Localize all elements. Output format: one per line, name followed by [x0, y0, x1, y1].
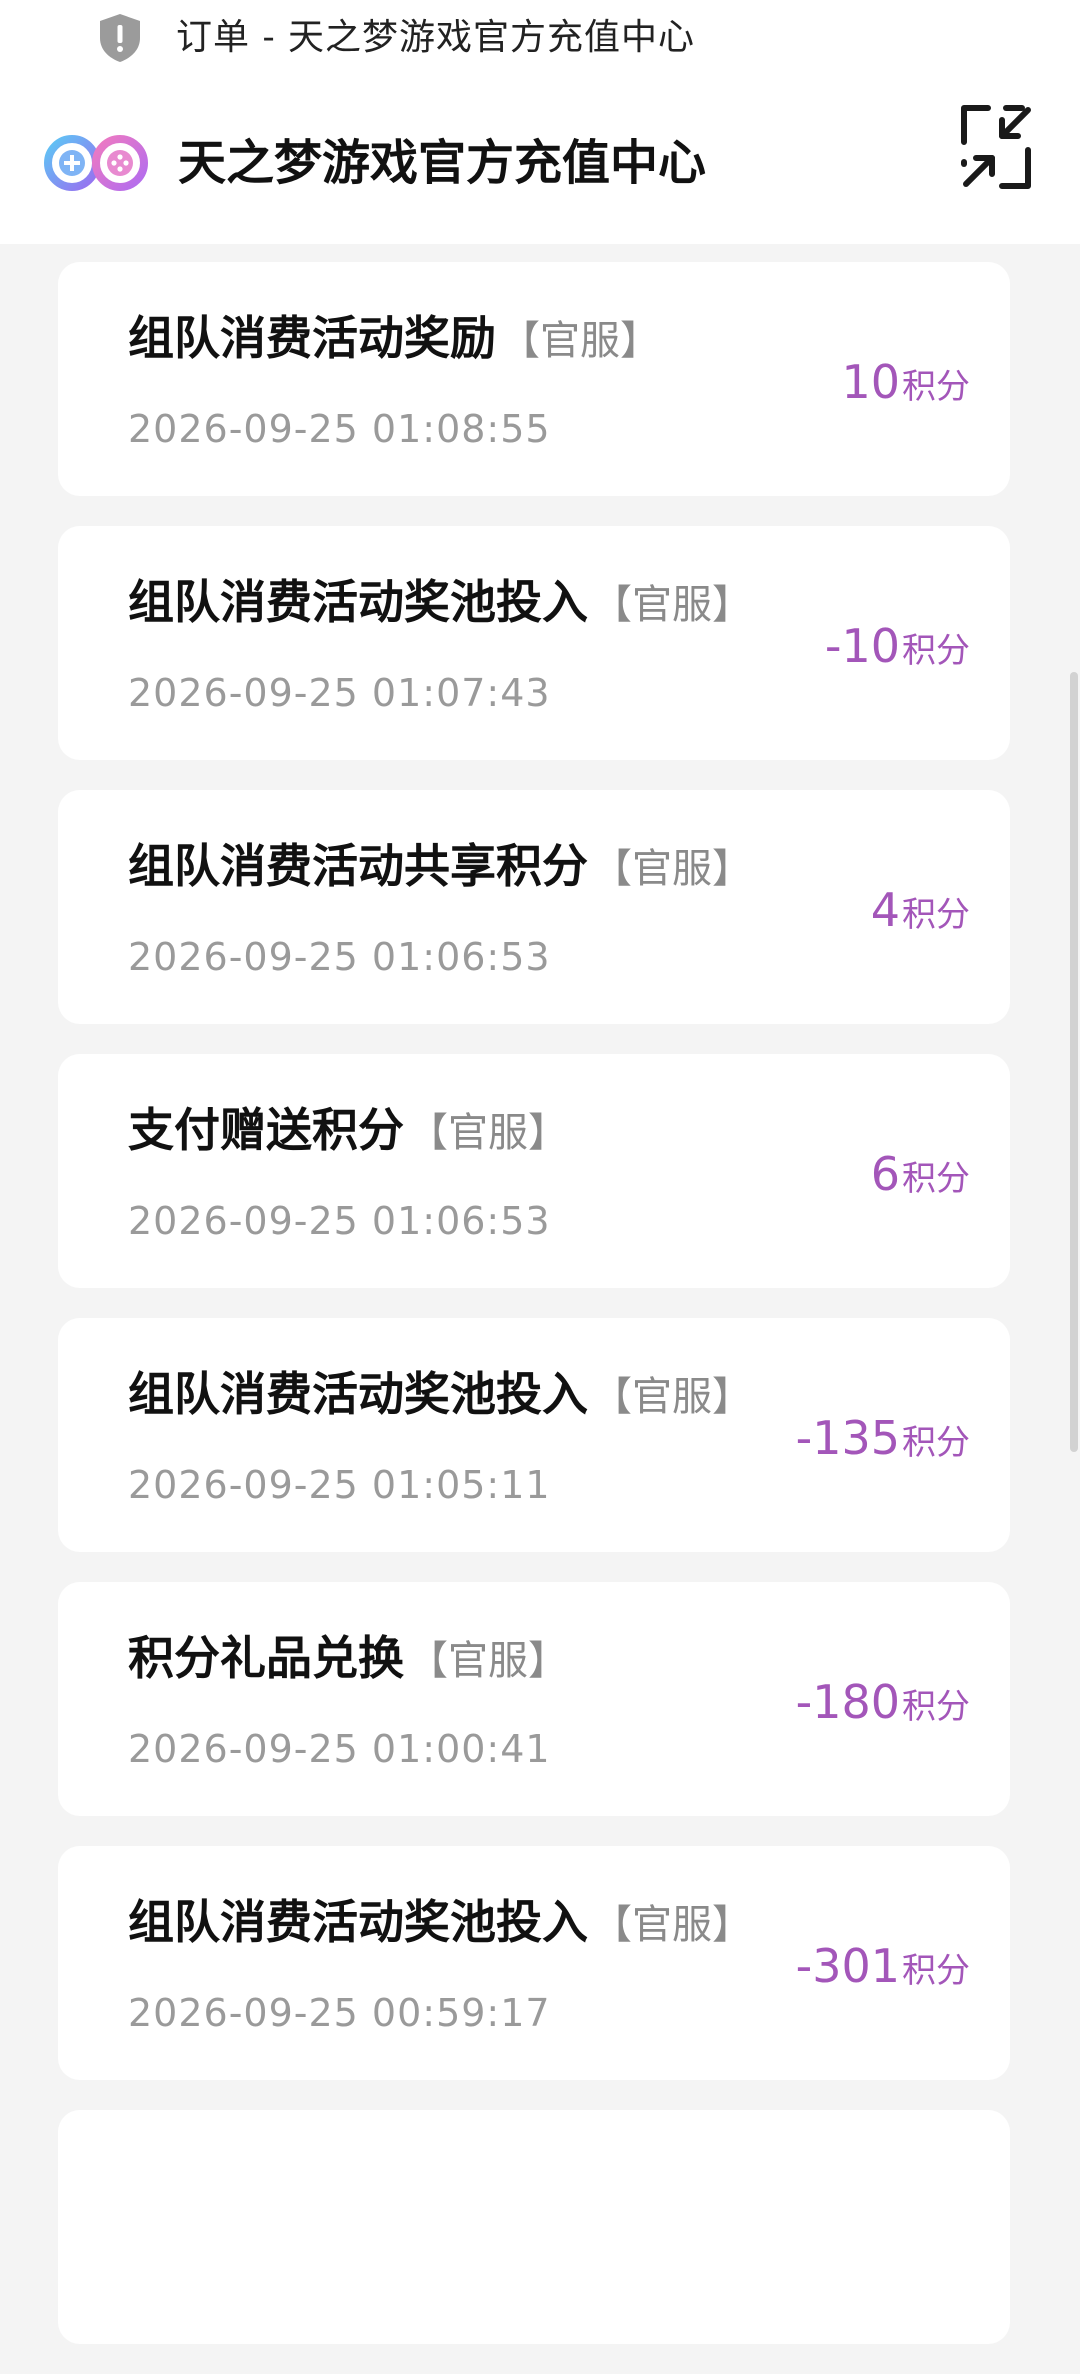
shield-icon	[100, 14, 140, 62]
amount-value: -301	[795, 1939, 900, 1993]
order-name: 支付赠送积分	[128, 1103, 404, 1157]
order-amount: -10积分	[825, 616, 970, 676]
browser-bar: 订单 - 天之梦游戏官方充值中心	[0, 0, 1080, 76]
order-card[interactable]: 组队消费活动奖池投入 【官服】 2026-09-25 01:05:11 -135积…	[58, 1318, 1010, 1552]
order-card[interactable]: 组队消费活动共享积分 【官服】 2026-09-25 01:06:53 4积分	[58, 790, 1010, 1024]
server-tag: 【官服】	[408, 1638, 568, 1684]
order-card[interactable]: 组队消费活动奖池投入 【官服】 2026-09-25 01:07:43 -10积分	[58, 526, 1010, 760]
order-name: 组队消费活动奖池投入	[128, 1895, 588, 1949]
amount-value: 10	[841, 355, 900, 409]
amount-value: 6	[870, 1147, 900, 1201]
app-title: 天之梦游戏官方充值中心	[178, 135, 707, 191]
order-name: 积分礼品兑换	[128, 1631, 404, 1685]
order-name: 组队消费活动共享积分	[128, 839, 588, 893]
scrollbar[interactable]	[1070, 672, 1078, 1452]
amount-unit: 积分	[902, 895, 970, 935]
order-time: 2026-09-25 01:06:53	[128, 935, 551, 979]
order-time: 2026-09-25 01:08:55	[128, 407, 551, 451]
order-card[interactable]: 积分礼品兑换 【官服】 2026-09-25 01:00:41 -180积分	[58, 1582, 1010, 1816]
amount-value: 4	[870, 883, 900, 937]
amount-value: -180	[795, 1675, 900, 1729]
order-card[interactable]: 组队消费活动奖励 【官服】 2026-09-25 01:08:55 10积分	[58, 262, 1010, 496]
page-title: 订单 - 天之梦游戏官方充值中心	[176, 17, 696, 58]
order-amount: -135积分	[796, 1408, 970, 1468]
amount-unit: 积分	[902, 1687, 970, 1727]
order-amount: 10积分	[841, 352, 970, 412]
order-time: 2026-09-25 01:07:43	[128, 671, 551, 715]
collapse-arrows-icon[interactable]	[958, 102, 1034, 192]
amount-unit: 积分	[902, 1951, 970, 1991]
order-amount: 4积分	[871, 880, 970, 940]
order-name: 组队消费活动奖励	[128, 311, 496, 365]
order-card[interactable]	[58, 2110, 1010, 2344]
order-time: 2026-09-25 01:05:11	[128, 1463, 551, 1507]
gamepad-logo-icon	[44, 135, 148, 191]
order-amount: -180积分	[796, 1672, 970, 1732]
order-card[interactable]: 组队消费活动奖池投入 【官服】 2026-09-25 00:59:17 -301积…	[58, 1846, 1010, 2080]
amount-value: -10	[824, 619, 900, 673]
order-title: 支付赠送积分 【官服】	[128, 1100, 568, 1160]
app-header: 天之梦游戏官方充值中心	[0, 76, 1080, 244]
order-amount: -301积分	[796, 1936, 970, 1996]
order-name: 组队消费活动奖池投入	[128, 1367, 588, 1421]
server-tag: 【官服】	[592, 846, 752, 892]
order-title: 组队消费活动奖励 【官服】	[128, 308, 660, 368]
order-title: 组队消费活动奖池投入 【官服】	[128, 1892, 752, 1952]
amount-unit: 积分	[902, 1159, 970, 1199]
server-tag: 【官服】	[592, 582, 752, 628]
order-title: 积分礼品兑换 【官服】	[128, 1628, 568, 1688]
order-time: 2026-09-25 01:06:53	[128, 1199, 551, 1243]
amount-unit: 积分	[902, 631, 970, 671]
order-amount: 6积分	[871, 1144, 970, 1204]
order-name: 组队消费活动奖池投入	[128, 575, 588, 629]
amount-unit: 积分	[902, 367, 970, 407]
order-time: 2026-09-25 00:59:17	[128, 1991, 551, 2035]
order-title: 组队消费活动奖池投入 【官服】	[128, 1364, 752, 1424]
server-tag: 【官服】	[408, 1110, 568, 1156]
order-title: 组队消费活动奖池投入 【官服】	[128, 572, 752, 632]
server-tag: 【官服】	[500, 318, 660, 364]
amount-value: -135	[795, 1411, 900, 1465]
server-tag: 【官服】	[592, 1902, 752, 1948]
amount-unit: 积分	[902, 1423, 970, 1463]
server-tag: 【官服】	[592, 1374, 752, 1420]
order-time: 2026-09-25 01:00:41	[128, 1727, 551, 1771]
order-card[interactable]: 支付赠送积分 【官服】 2026-09-25 01:06:53 6积分	[58, 1054, 1010, 1288]
order-list: 组队消费活动奖励 【官服】 2026-09-25 01:08:55 10积分 组队…	[58, 262, 1010, 2374]
order-title: 组队消费活动共享积分 【官服】	[128, 836, 752, 896]
